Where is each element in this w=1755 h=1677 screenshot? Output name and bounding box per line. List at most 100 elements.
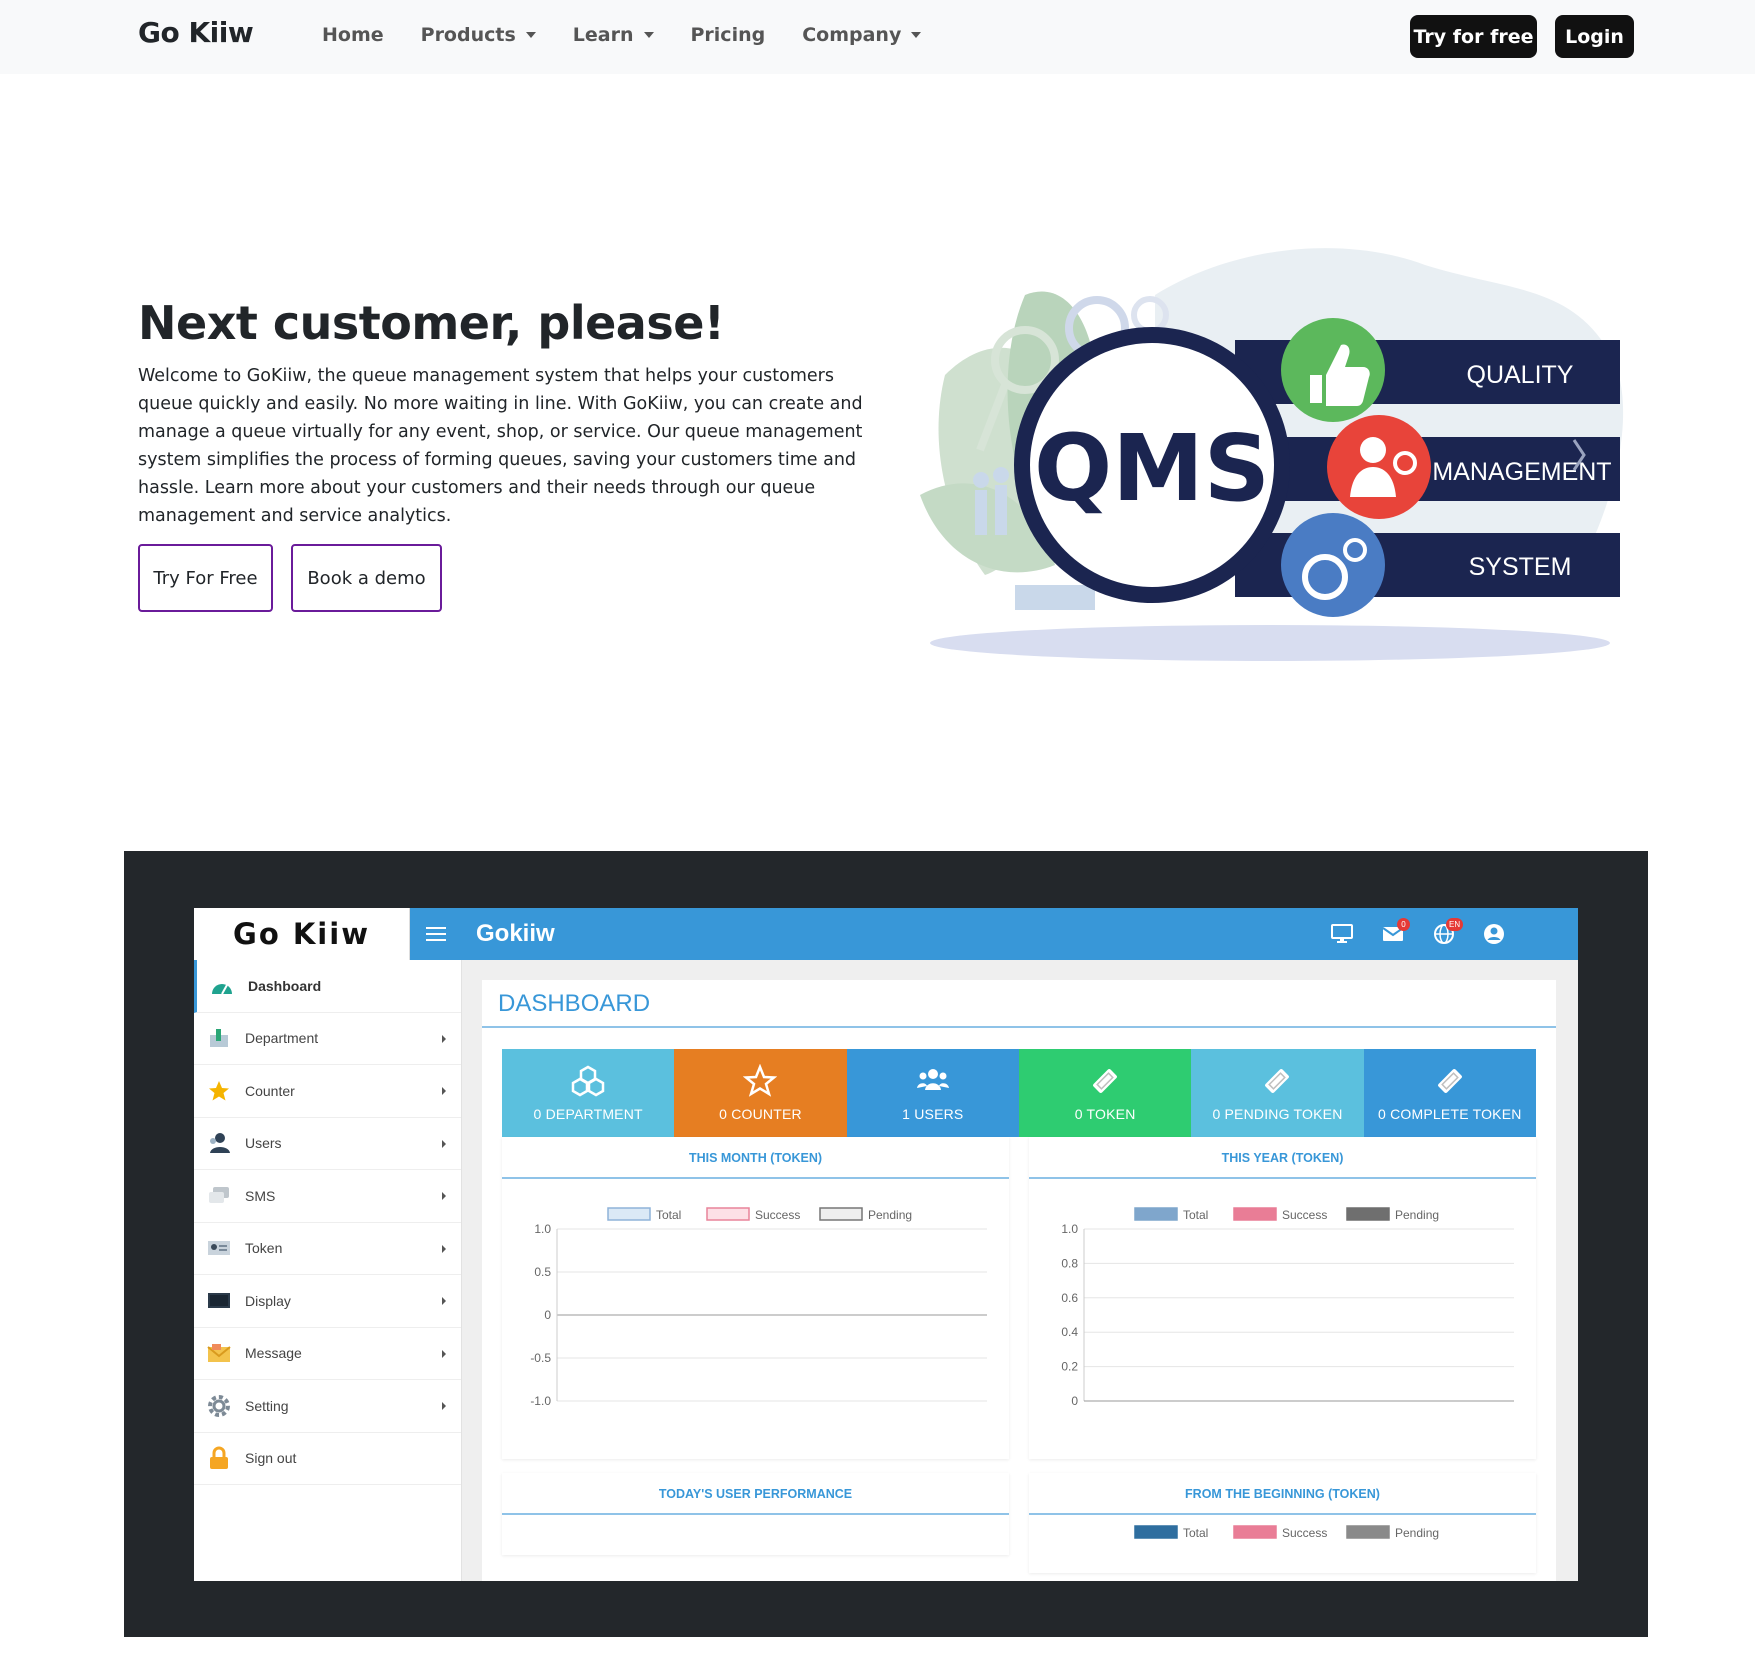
stat-department[interactable]: 0 DEPARTMENT <box>502 1049 675 1137</box>
sidebar-item-token[interactable]: Token <box>194 1223 461 1275</box>
sidebar-item-label: Dashboard <box>248 977 322 994</box>
legend-swatch <box>607 1207 651 1221</box>
ticket-icon <box>1265 1069 1290 1093</box>
chevron-right-icon <box>442 1349 446 1358</box>
sidebar-item-counter[interactable]: Counter <box>194 1065 461 1118</box>
qms-illustration: QMS QUALITY MANAGEMENT SYSTEM <box>920 248 1624 661</box>
legend-label: Pending <box>1395 1208 1439 1222</box>
nav-link-label: Learn <box>572 24 634 46</box>
top-navbar: Go Kiiw Home Products Learn Pricing Comp… <box>0 0 1755 74</box>
sidebar-item-label: Display <box>245 1292 291 1309</box>
chevron-right-icon <box>442 1244 446 1253</box>
legend-swatch <box>706 1207 750 1221</box>
app-logo[interactable]: Go Kiiw <box>233 917 370 951</box>
stat-counter[interactable]: 0 COUNTER <box>674 1049 847 1137</box>
sidebar-item-sign-out[interactable]: Sign out <box>194 1433 461 1485</box>
caret-down-icon <box>911 32 922 38</box>
stat-pending-token[interactable]: 0 PENDING TOKEN <box>1191 1049 1364 1137</box>
legend-swatch <box>1233 1525 1277 1539</box>
y-tick-label: 0.4 <box>1061 1325 1078 1339</box>
chevron-right-icon <box>442 1297 446 1305</box>
app-sidebar: Dashboard Department Counter Users SMS T… <box>194 960 462 1581</box>
try-free-hero-button[interactable]: Try For Free <box>138 544 273 612</box>
band-management: MANAGEMENT <box>1432 458 1611 486</box>
chevron-right-icon <box>442 1087 446 1095</box>
card-title: FROM THE BEGINNING (TOKEN) <box>1185 1487 1380 1501</box>
nav-links: Home Products Learn Pricing Company <box>322 24 958 46</box>
ticket-icon <box>1093 1069 1118 1093</box>
gear-icon <box>207 1394 231 1418</box>
mail-badge: 0 <box>1397 918 1410 931</box>
sidebar-item-label: Department <box>245 1030 319 1047</box>
dashboard-icon <box>210 974 234 998</box>
nav-link-home[interactable]: Home <box>322 24 384 46</box>
stat-label: 0 COUNTER <box>719 1106 802 1122</box>
hero-description: Welcome to GoKiiw, the queue management … <box>138 366 863 526</box>
card-divider <box>502 1513 1009 1515</box>
from-beginning-card: FROM THE BEGINNING (TOKEN) Total Success P… <box>1029 1473 1536 1573</box>
nav-link-company[interactable]: Company <box>802 24 922 46</box>
y-tick-label: 1.0 <box>534 1222 551 1236</box>
stat-label: 0 DEPARTMENT <box>533 1106 643 1122</box>
star-outline-icon <box>743 1064 778 1097</box>
stat-complete-token[interactable]: 0 COMPLETE TOKEN <box>1363 1049 1536 1137</box>
legend-swatch <box>1346 1525 1390 1539</box>
sidebar-item-setting[interactable]: Setting <box>194 1380 461 1433</box>
legend-label: Total <box>656 1208 681 1222</box>
stat-users[interactable]: 1 USERS <box>846 1049 1019 1137</box>
department-icon <box>207 1026 231 1050</box>
y-tick-label: 0 <box>1071 1394 1078 1408</box>
chevron-right-icon <box>442 1192 446 1200</box>
y-tick-label: 0.5 <box>534 1265 551 1279</box>
menu-toggle-button[interactable] <box>410 908 462 960</box>
stat-label: 1 USERS <box>902 1106 964 1122</box>
caret-down-icon <box>643 32 654 38</box>
chevron-right-icon <box>442 1139 446 1148</box>
legend-label: Success <box>755 1208 800 1222</box>
y-tick-label: 0.2 <box>1061 1360 1078 1374</box>
users-icon <box>916 1069 949 1090</box>
app-title: Gokiiw <box>476 920 555 947</box>
sidebar-item-display[interactable]: Display <box>194 1275 461 1328</box>
y-tick-label: 0 <box>544 1308 551 1322</box>
lock-icon <box>207 1446 231 1470</box>
nav-link-products[interactable]: Products <box>421 24 536 46</box>
nav-link-label: Products <box>420 24 516 46</box>
monitor-icon[interactable] <box>1330 922 1354 946</box>
user-circle-icon[interactable] <box>1482 922 1506 946</box>
band-system: SYSTEM <box>1469 553 1572 581</box>
users-icon <box>207 1131 231 1155</box>
legend-label: Success <box>1282 1526 1327 1540</box>
nav-link-learn[interactable]: Learn <box>573 24 654 46</box>
book-demo-button[interactable]: Book a demo <box>291 544 442 612</box>
card-title: THIS YEAR (TOKEN) <box>1221 1151 1344 1165</box>
login-button[interactable]: Login <box>1555 15 1634 58</box>
sidebar-item-message[interactable]: Message <box>194 1328 461 1380</box>
y-tick-label: 0.8 <box>1061 1256 1078 1270</box>
sidebar-item-sms[interactable]: SMS <box>194 1170 461 1223</box>
brand-logo[interactable]: Go Kiiw <box>138 16 254 49</box>
admin-app: Go Kiiw Gokiiw 0 EN Dashboard Department… <box>194 908 1578 1581</box>
stat-token[interactable]: 0 TOKEN <box>1018 1049 1192 1137</box>
message-icon <box>207 1341 231 1365</box>
legend-swatch <box>1134 1525 1178 1539</box>
y-tick-label: -1.0 <box>530 1394 551 1408</box>
qms-center-text: QMS <box>1034 415 1270 522</box>
legend-label: Total <box>1183 1526 1208 1540</box>
dashboard-panel: DASHBOARD 0 DEPARTMENT 0 COUNTER 1 USERS <box>482 980 1556 1581</box>
sidebar-item-dashboard[interactable]: Dashboard <box>194 960 461 1013</box>
sms-icon <box>207 1184 231 1208</box>
nav-link-pricing[interactable]: Pricing <box>691 24 766 46</box>
band-quality: QUALITY <box>1467 361 1574 389</box>
y-tick-label: -0.5 <box>530 1351 551 1365</box>
ticket-icon <box>1437 1069 1462 1093</box>
legend-label: Success <box>1282 1208 1327 1222</box>
stats-row: 0 DEPARTMENT 0 COUNTER 1 USERS 0 TOKEN 0… <box>502 1049 1536 1137</box>
app-logo-box: Go Kiiw <box>194 908 410 960</box>
sidebar-item-label: Users <box>245 1135 282 1152</box>
try-for-free-button[interactable]: Try for free <box>1410 15 1537 58</box>
sidebar-item-department[interactable]: Department <box>194 1013 461 1065</box>
this-month-chart: Total Success Pending 1.0 0.5 0 -0.5 -1.0 <box>530 1207 987 1408</box>
sidebar-item-label: SMS <box>245 1187 276 1204</box>
sidebar-item-users[interactable]: Users <box>194 1118 461 1170</box>
